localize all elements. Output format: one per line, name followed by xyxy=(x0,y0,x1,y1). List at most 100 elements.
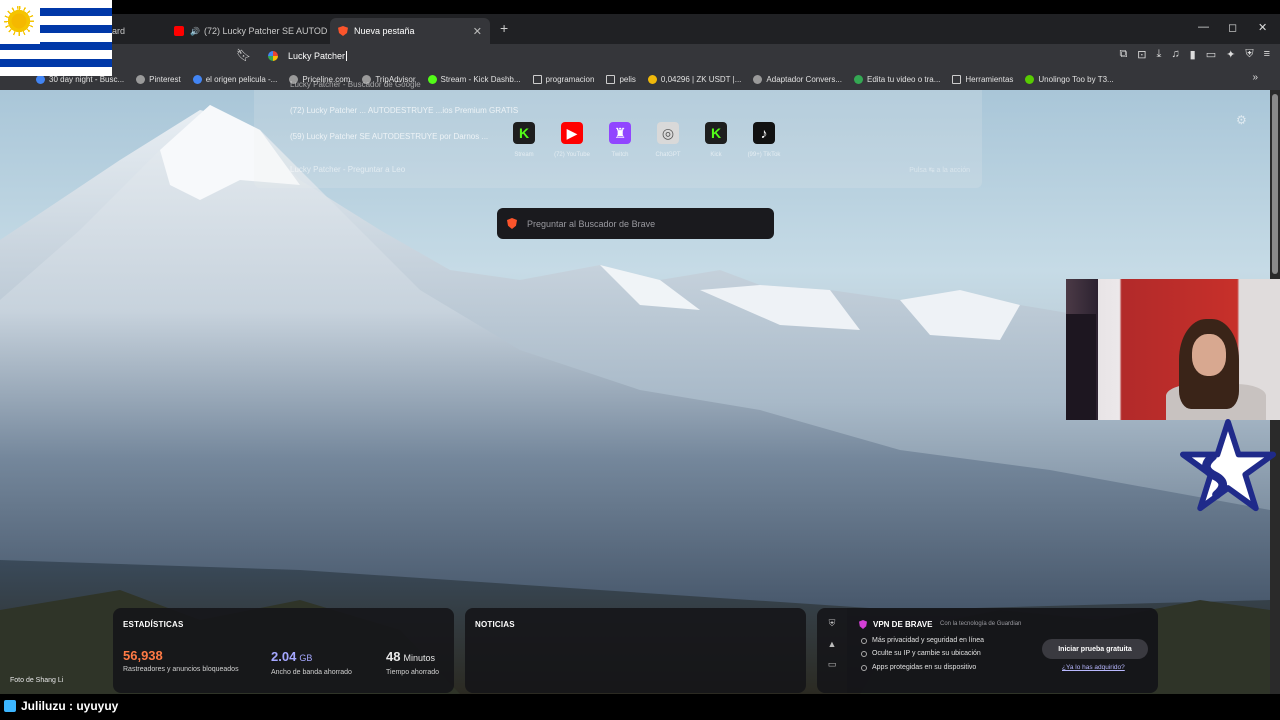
top-band xyxy=(0,0,1280,14)
top-site-label: ChatGPT xyxy=(655,152,681,158)
vpn-widget: VPN DE BRAVE Con la tecnología de Guardi… xyxy=(847,608,1158,693)
top-site-logo-icon: ◎ xyxy=(657,122,679,144)
top-site-tile[interactable]: ♪ (99+) TikTok xyxy=(740,122,788,158)
gaming-chair xyxy=(1066,314,1096,420)
time-label: Tiempo ahorrado xyxy=(386,669,440,676)
bookmark-item[interactable]: Edita tu video o tra... xyxy=(854,74,940,84)
tab-new-tab[interactable]: Nueva pestaña ✕ xyxy=(330,18,490,44)
top-site-logo-icon: ♪ xyxy=(753,122,775,144)
scrollbar-thumb[interactable] xyxy=(1272,94,1278,274)
bookmark-item[interactable]: el origen pelicula -... xyxy=(192,74,278,84)
start-trial-button[interactable]: Iniciar prueba gratuita xyxy=(1042,639,1148,659)
vpn-title-text: VPN DE BRAVE xyxy=(873,620,933,629)
extensions-icon[interactable]: ⧉ xyxy=(1119,48,1127,61)
more-bookmarks-icon[interactable]: » xyxy=(1252,72,1258,83)
audio-icon[interactable]: 🔊 xyxy=(190,27,200,36)
leo-icon[interactable]: ✦ xyxy=(1226,48,1235,61)
trackers-value: 56,938 xyxy=(123,648,163,663)
site-favicon-icon xyxy=(647,74,657,84)
bookmark-item[interactable]: pelis xyxy=(606,74,636,84)
vpn-shield-icon[interactable]: ⛨ xyxy=(817,618,847,629)
download-icon[interactable]: ⤓ xyxy=(1157,48,1162,61)
music-icon[interactable]: ♫ xyxy=(1171,48,1179,61)
top-site-label: Kick xyxy=(710,152,722,158)
bookmark-item[interactable]: Adaptador Convers... xyxy=(753,74,843,84)
bookmark-icon[interactable]: 🔖︎ xyxy=(236,48,251,62)
brave-icon xyxy=(338,26,348,36)
vpn-feature-text: Oculte su IP y cambie su ubicación xyxy=(872,650,981,657)
menu-icon[interactable]: ≡ xyxy=(1264,48,1270,61)
suggestion-item[interactable]: (72) Lucky Patcher ... AUTODESTRUYE ...i… xyxy=(290,106,518,115)
close-window-button[interactable]: ✕ xyxy=(1258,21,1267,34)
news-title: NOTICIAS xyxy=(475,620,515,629)
tab-label: Nueva pestaña xyxy=(354,26,415,36)
bookmark-item[interactable]: Pinterest xyxy=(136,74,181,84)
check-icon xyxy=(861,650,867,657)
vpn-feature: Oculte su IP y cambie su ubicación xyxy=(861,650,981,657)
tab-previous[interactable]: ard xyxy=(104,18,164,44)
close-icon[interactable]: ✕ xyxy=(473,25,482,38)
vpn-feature-text: Apps protegidas en su dispositivo xyxy=(872,664,977,671)
photo-credit[interactable]: Foto de Shang Li xyxy=(10,677,63,684)
bookmark-label: 0,04296 | ZK USDT |... xyxy=(660,74,742,84)
folder-icon xyxy=(606,74,616,84)
folder-icon xyxy=(952,74,962,84)
bookmark-item[interactable]: programacion xyxy=(532,74,595,84)
google-icon xyxy=(268,51,278,61)
trackers-stat: 56,938 Rastreadores y anuncios bloqueado… xyxy=(123,648,239,673)
bookmark-label: Herramientas xyxy=(965,74,1014,84)
talk-icon[interactable]: ▲ xyxy=(817,639,847,649)
top-site-tile[interactable]: ♜ Twitch xyxy=(596,122,644,158)
minimize-button[interactable]: — xyxy=(1198,21,1209,33)
maximize-button[interactable]: ◻ xyxy=(1228,21,1237,34)
screenshot-icon[interactable]: ⊡ xyxy=(1137,48,1146,61)
top-site-logo-icon: ♜ xyxy=(609,122,631,144)
top-site-tile[interactable]: ▶ (72) YouTube xyxy=(548,122,596,158)
bookmark-label: el origen pelicula -... xyxy=(205,74,278,84)
address-bar[interactable]: Lucky Patcher xyxy=(262,46,822,66)
time-value: 48 xyxy=(386,649,401,664)
folder-icon xyxy=(532,74,542,84)
bookmark-label: Adaptador Convers... xyxy=(766,74,843,84)
bookmark-label: programacion xyxy=(545,74,595,84)
bookmark-item[interactable]: Stream - Kick Dashb... xyxy=(427,74,521,84)
suggestion-item[interactable]: (59) Lucky Patcher SE AUTODESTRUYE por D… xyxy=(290,132,488,141)
time-stat: 48 Minutos Tiempo ahorrado xyxy=(386,648,439,676)
vpn-icon[interactable]: ⛨ xyxy=(1245,48,1253,61)
wallet-icon[interactable]: ▭ xyxy=(1206,48,1216,61)
news-widget[interactable]: NOTICIAS xyxy=(465,608,806,693)
ask-brave-search[interactable]: Preguntar al Buscador de Brave xyxy=(497,208,774,239)
vpn-shield-icon xyxy=(859,620,867,629)
top-site-label: (99+) TikTok xyxy=(747,152,781,158)
tab-youtube[interactable]: 🔊 (72) Lucky Patcher SE AUTODESTI xyxy=(166,18,328,44)
settings-gear-icon[interactable]: ⚙ xyxy=(1236,113,1247,127)
top-site-label: (72) YouTube xyxy=(554,152,590,158)
stats-widget: ESTADÍSTICAS 56,938 Rastreadores y anunc… xyxy=(113,608,454,693)
vpn-title: VPN DE BRAVE xyxy=(859,620,932,629)
suggestion-item[interactable]: Lucky Patcher - Buscador de Google xyxy=(290,80,421,89)
youtube-icon xyxy=(174,26,184,36)
sidebar-icon[interactable]: ▮ xyxy=(1190,48,1196,61)
address-input[interactable]: Lucky Patcher xyxy=(288,51,345,61)
bookmark-item[interactable]: 0,04296 | ZK USDT |... xyxy=(647,74,742,84)
uruguay-flag xyxy=(0,0,112,76)
bandwidth-unit: GB xyxy=(299,653,313,663)
site-favicon-icon xyxy=(854,74,864,84)
toolbar-icons: ⧉ ⊡ ⤓ ♫ ▮ ▭ ✦ ⛨ ≡ xyxy=(1119,48,1270,61)
top-site-tile[interactable]: ◎ ChatGPT xyxy=(644,122,692,158)
kick-icon xyxy=(4,700,16,712)
new-tab-button[interactable]: + xyxy=(500,20,508,36)
widget-switcher: ⛨ ▲ ▭ xyxy=(817,608,847,693)
top-site-tile[interactable]: K Stream xyxy=(500,122,548,158)
top-site-tile[interactable]: K Kick xyxy=(692,122,740,158)
suggestion-item[interactable]: Lucky Patcher - Preguntar a Leo xyxy=(290,165,405,174)
top-site-logo-icon: K xyxy=(513,122,535,144)
bookmark-item[interactable]: Unolingo Too by T3... xyxy=(1025,74,1114,84)
chat-bar xyxy=(0,694,1280,720)
already-purchased-link[interactable]: ¿Ya lo has adquirido? xyxy=(1062,664,1125,671)
rewards-icon[interactable]: ▭ xyxy=(817,659,847,670)
bookmark-item[interactable]: Herramientas xyxy=(952,74,1014,84)
star-logo-icon xyxy=(1180,418,1276,512)
bandwidth-stat: 2.04 GB Ancho de banda ahorrado xyxy=(271,648,352,676)
top-sites: K Stream ▶ (72) YouTube ♜ Twitch ◎ ChatGPT K Kick… xyxy=(500,122,790,158)
